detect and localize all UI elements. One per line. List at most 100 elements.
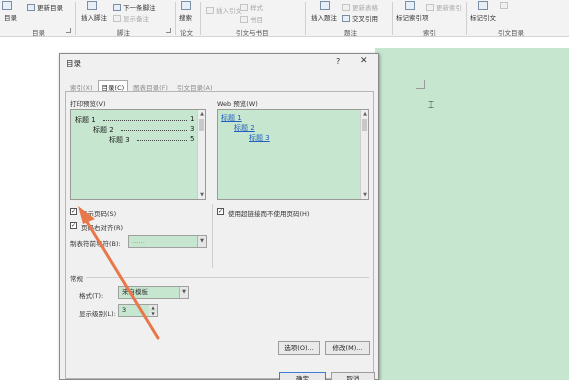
show-page-numbers-checkbox[interactable]: ✓ xyxy=(70,208,77,215)
format-select[interactable]: 来自模板 ▼ xyxy=(118,286,189,299)
next-footnote-icon xyxy=(113,3,121,11)
mark-entry-icon-button[interactable] xyxy=(405,1,417,10)
help-button[interactable]: ? xyxy=(336,57,340,66)
web-preview-link-1[interactable]: 标题 1 xyxy=(221,113,242,123)
spin-up-icon[interactable]: ▲ xyxy=(149,305,157,310)
citation-icon xyxy=(206,6,214,14)
insert-footnote-icon-button[interactable] xyxy=(87,1,99,10)
format-label: 格式(T): xyxy=(79,292,104,300)
refresh-icon xyxy=(27,3,35,11)
update-table-disabled-button[interactable]: 更新表格 xyxy=(342,2,378,12)
web-preview-scrollbar[interactable]: ▲ ▼ xyxy=(360,110,368,199)
scroll-down-icon[interactable]: ▼ xyxy=(198,191,205,199)
dialog-launcher-icon[interactable] xyxy=(166,28,171,33)
show-levels-label: 显示级别(L): xyxy=(79,310,116,318)
scroll-thumb[interactable] xyxy=(362,119,367,131)
web-preview-label: Web 预览(W) xyxy=(217,100,258,108)
text-cursor-icon: ⌶ xyxy=(428,100,434,111)
print-preview-scrollbar[interactable]: ▲ ▼ xyxy=(197,110,205,199)
print-preview-entry-2: 标题 2 xyxy=(93,126,114,134)
dialog-title: 目录 xyxy=(66,59,81,68)
section-divider xyxy=(86,277,369,278)
notes-icon xyxy=(113,14,121,22)
dialog-launcher-icon[interactable] xyxy=(66,28,71,33)
toc-dropdown-label[interactable]: 目录 xyxy=(4,12,17,22)
scroll-down-icon[interactable]: ▼ xyxy=(361,191,368,199)
ribbon-separator xyxy=(200,2,201,35)
use-hyperlinks-checkbox[interactable]: ✓ xyxy=(217,208,224,215)
web-preview-link-3[interactable]: 标题 3 xyxy=(249,133,270,143)
table-of-authorities-button[interactable] xyxy=(500,2,510,9)
search-button[interactable]: 搜索 xyxy=(179,12,192,22)
right-align-checkbox[interactable]: ✓ xyxy=(70,222,77,229)
print-preview-entry-3: 标题 3 xyxy=(109,136,130,144)
style-select[interactable]: 样式 xyxy=(240,2,263,12)
column-divider xyxy=(212,204,213,268)
mark-citation-icon-button[interactable] xyxy=(478,1,490,10)
caption-icon xyxy=(320,1,330,10)
tab-leader-select[interactable]: …… ▼ xyxy=(128,235,207,248)
toc-button[interactable] xyxy=(2,1,14,10)
bibliography-icon xyxy=(240,15,248,23)
style-icon xyxy=(240,3,248,11)
show-levels-spinner[interactable]: 3 ▲ ▼ xyxy=(118,304,158,317)
search-icon-button[interactable] xyxy=(181,1,193,10)
scroll-thumb[interactable] xyxy=(199,119,204,131)
group-label-toc: 目录 xyxy=(32,29,45,37)
web-preview-box[interactable]: 标题 1 标题 2 标题 3 ▲ ▼ xyxy=(217,109,369,200)
options-button[interactable]: 选项(O)... xyxy=(278,341,320,355)
ribbon-separator xyxy=(175,2,176,35)
page-corner-mark xyxy=(416,80,425,89)
mark-citation-button[interactable]: 标记引文 xyxy=(470,12,496,22)
scroll-up-icon[interactable]: ▲ xyxy=(198,110,205,118)
close-button[interactable]: ✕ xyxy=(360,56,368,66)
group-label-paper: 论文 xyxy=(180,29,193,37)
bibliography-button[interactable]: 书目 xyxy=(240,14,263,24)
tab-leader-label: 制表符前导符(B): xyxy=(70,240,121,248)
group-label-authorities: 引文目录 xyxy=(498,29,524,37)
scroll-up-icon[interactable]: ▲ xyxy=(361,110,368,118)
mark-citation-icon xyxy=(478,1,488,10)
group-label-citations: 引文与书目 xyxy=(236,29,269,37)
print-preview-label: 打印预览(V) xyxy=(70,100,106,108)
dot-leader xyxy=(121,130,187,131)
document-page[interactable] xyxy=(375,48,569,380)
next-footnote-button[interactable]: 下一条脚注 xyxy=(113,2,156,12)
update-index-icon xyxy=(426,3,434,11)
use-hyperlinks-label[interactable]: 使用超链接而不使用页码(H) xyxy=(228,208,309,218)
cancel-button[interactable]: 取消 xyxy=(331,372,375,380)
group-label-index: 索引 xyxy=(423,29,436,37)
modify-button[interactable]: 修改(M)... xyxy=(325,341,370,355)
chevron-down-icon: ▼ xyxy=(179,287,188,298)
insert-caption-icon-button[interactable] xyxy=(320,1,332,10)
insert-footnote-button[interactable]: 插入脚注 xyxy=(81,12,107,22)
insert-caption-button[interactable]: 插入题注 xyxy=(311,12,337,22)
right-align-label[interactable]: 页码右对齐(R) xyxy=(81,222,123,232)
update-table-button[interactable]: 更新目录 xyxy=(27,2,63,12)
group-label-captions: 题注 xyxy=(344,29,357,37)
cross-reference-icon xyxy=(342,14,350,22)
general-section-label: 常规 xyxy=(70,275,83,283)
show-notes-button[interactable]: 显示备注 xyxy=(113,13,149,23)
authorities-icon xyxy=(500,2,508,9)
update-index-button[interactable]: 更新索引 xyxy=(426,2,462,12)
print-preview-box[interactable]: 标题 1 1 标题 2 3 标题 3 5 ▲ ▼ xyxy=(70,109,206,200)
ribbon-separator xyxy=(75,2,76,35)
toc-dialog: 目录 ? ✕ 索引(X) 目录(C) 图表目录(F) 引文目录(A) 打印预览(… xyxy=(59,53,379,380)
print-preview-page-3: 5 xyxy=(190,135,195,143)
ribbon: 目录 更新目录 插入脚注 下一条脚注 显示备注 搜索 插入引文 样式 书目 插入… xyxy=(0,0,569,37)
print-preview-entry-1: 标题 1 xyxy=(75,116,96,124)
print-preview-page-1: 1 xyxy=(190,115,195,123)
footnote-icon xyxy=(87,1,97,10)
mark-entry-button[interactable]: 标记索引项 xyxy=(396,12,429,22)
insert-citation-button[interactable]: 插入引文 xyxy=(206,5,242,15)
dot-leader xyxy=(137,140,187,141)
show-page-numbers-label[interactable]: 显示页码(S) xyxy=(81,208,116,218)
ok-button[interactable]: 确定 xyxy=(279,372,326,380)
spin-down-icon[interactable]: ▼ xyxy=(149,311,157,316)
cross-reference-button[interactable]: 交叉引用 xyxy=(342,13,378,23)
group-label-footnotes: 脚注 xyxy=(117,29,130,37)
ribbon-separator xyxy=(305,2,306,35)
web-preview-link-2[interactable]: 标题 2 xyxy=(234,123,255,133)
mark-entry-icon xyxy=(405,1,415,10)
